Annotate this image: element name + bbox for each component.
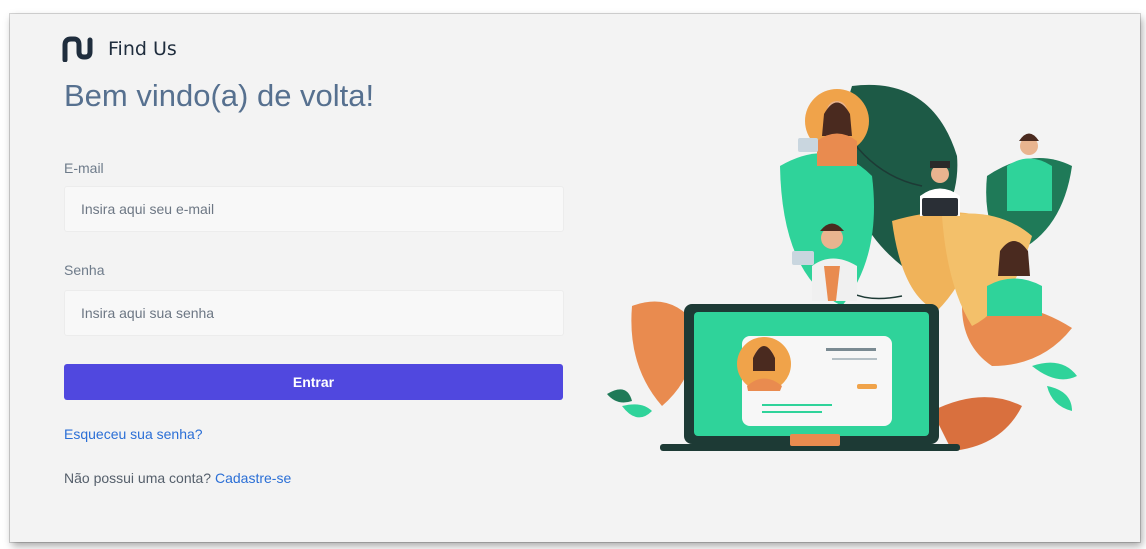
no-account-text: Não possui uma conta? xyxy=(64,470,212,486)
forgot-password-link[interactable]: Esqueceu sua senha? xyxy=(64,426,203,442)
brand: Find Us xyxy=(62,36,177,62)
password-field[interactable] xyxy=(64,290,564,336)
email-label: E-mail xyxy=(64,160,104,176)
people-network-laptop-illustration xyxy=(607,84,1077,451)
page-title: Bem vindo(a) de volta! xyxy=(64,78,375,113)
signup-prompt: Não possui uma conta? Cadastre-se xyxy=(64,470,291,486)
brand-name: Find Us xyxy=(108,38,177,60)
email-field[interactable] xyxy=(64,186,564,232)
login-button[interactable]: Entrar xyxy=(64,364,563,400)
leaf-bottom-orange-icon xyxy=(932,397,1022,451)
find-us-logo-icon xyxy=(62,36,93,62)
signup-link[interactable]: Cadastre-se xyxy=(215,470,291,486)
login-window: Find Us Bem vindo(a) de volta! E-mail Se… xyxy=(10,14,1140,542)
password-label: Senha xyxy=(64,262,105,278)
